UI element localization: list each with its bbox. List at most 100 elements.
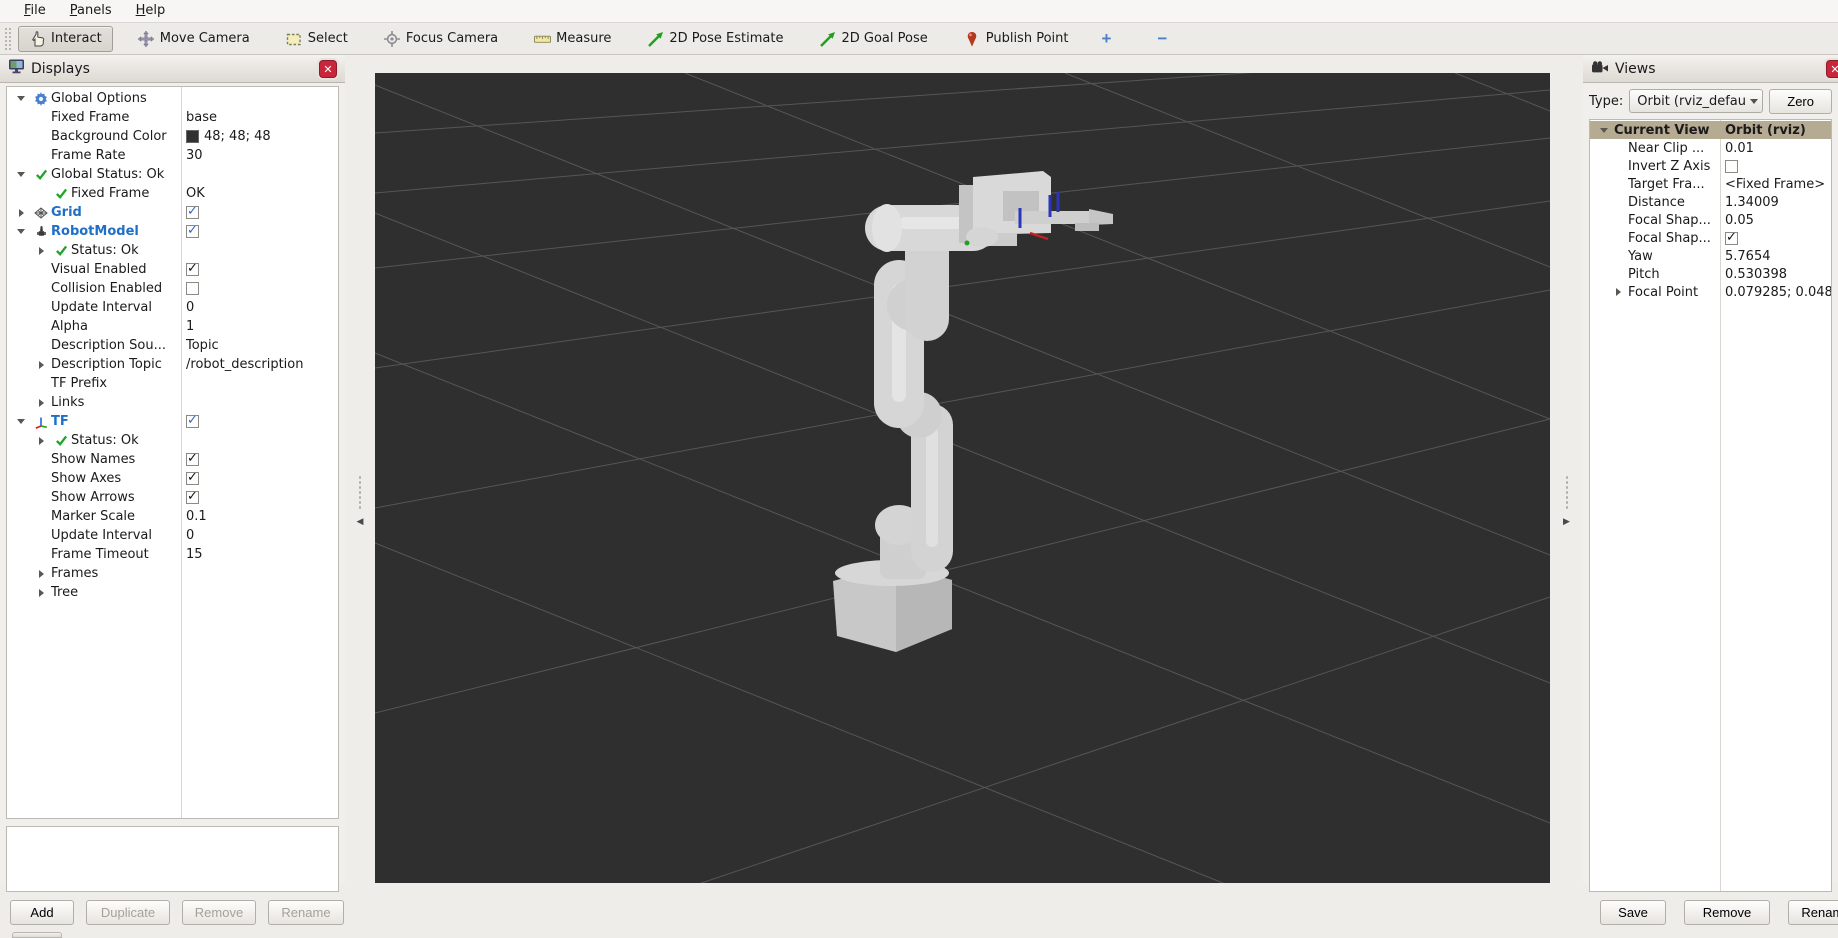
view-type-select[interactable]: Orbit (rviz_defau: [1629, 89, 1763, 113]
tree-row-marker-scale[interactable]: Marker Scale0.1: [7, 507, 338, 526]
tree-row-alpha[interactable]: Alpha1: [7, 317, 338, 336]
tree-row-status-ok[interactable]: Status: Ok: [7, 431, 338, 450]
tree-row-distance[interactable]: Distance1.34009: [1590, 193, 1831, 211]
left-splitter[interactable]: ◀: [345, 55, 375, 883]
tree-row-show-axes[interactable]: Show Axes: [7, 469, 338, 488]
tree-row-target-fra-[interactable]: Target Fra...<Fixed Frame>: [1590, 175, 1831, 193]
property-value[interactable]: 0.01: [1720, 139, 1754, 157]
tool-interact[interactable]: Interact: [18, 26, 113, 52]
checkbox-checked[interactable]: [186, 263, 199, 276]
tool-publish-point[interactable]: Publish Point: [953, 26, 1080, 52]
tool-move-camera[interactable]: Move Camera: [127, 26, 261, 52]
property-value[interactable]: 0.079285; 0.048...: [1720, 283, 1831, 301]
property-value[interactable]: [181, 488, 199, 507]
property-value[interactable]: 15: [181, 545, 203, 564]
zero-button[interactable]: Zero: [1769, 89, 1832, 114]
expand-arrow[interactable]: [11, 172, 31, 177]
property-value[interactable]: [181, 412, 199, 431]
expand-arrow[interactable]: [1608, 288, 1628, 296]
expand-arrow[interactable]: [31, 399, 51, 407]
menu-help[interactable]: Help: [124, 1, 178, 21]
tree-row-background-color[interactable]: Background Color48; 48; 48: [7, 127, 338, 146]
remove-button[interactable]: Remove: [182, 900, 256, 925]
expand-arrow[interactable]: [1594, 128, 1614, 133]
save-button[interactable]: Save: [1600, 900, 1666, 925]
duplicate-button[interactable]: Duplicate: [86, 900, 170, 925]
expand-arrow[interactable]: [11, 96, 31, 101]
checkbox-checked[interactable]: [186, 472, 199, 485]
collapse-left-icon[interactable]: ◀: [357, 517, 364, 527]
property-value[interactable]: /robot_description: [181, 355, 303, 374]
property-value[interactable]: [1720, 157, 1738, 175]
expand-arrow[interactable]: [11, 229, 31, 234]
zoom-in-button[interactable]: +: [1093, 29, 1119, 49]
expand-arrow[interactable]: [31, 570, 51, 578]
tree-row-fixed-frame[interactable]: Fixed Framebase: [7, 108, 338, 127]
property-value[interactable]: Topic: [181, 336, 219, 355]
tree-row-frames[interactable]: Frames: [7, 564, 338, 583]
checkbox-checked[interactable]: [1725, 232, 1738, 245]
tree-row-tree[interactable]: Tree: [7, 583, 338, 602]
tree-row-current-view[interactable]: Current ViewOrbit (rviz): [1590, 121, 1831, 139]
collapse-right-icon[interactable]: ▶: [1563, 517, 1570, 527]
tree-row-invert-z-axis[interactable]: Invert Z Axis: [1590, 157, 1831, 175]
property-value[interactable]: 30: [181, 146, 203, 165]
property-value[interactable]: 0.05: [1720, 211, 1754, 229]
rename-button[interactable]: Rename: [1788, 900, 1838, 925]
expand-arrow[interactable]: [31, 361, 51, 369]
property-value[interactable]: 0.1: [181, 507, 207, 526]
property-value[interactable]: [181, 222, 199, 241]
property-value[interactable]: [181, 469, 199, 488]
menu-file[interactable]: File: [12, 1, 58, 21]
property-value[interactable]: [181, 260, 199, 279]
property-value[interactable]: 1.34009: [1720, 193, 1779, 211]
expand-arrow[interactable]: [31, 589, 51, 597]
tree-row-description-sou-[interactable]: Description Sou...Topic: [7, 336, 338, 355]
property-value[interactable]: [1720, 229, 1738, 247]
property-value[interactable]: 48; 48; 48: [181, 127, 271, 146]
tree-row-description-topic[interactable]: Description Topic/robot_description: [7, 355, 338, 374]
tree-row-frame-rate[interactable]: Frame Rate30: [7, 146, 338, 165]
right-splitter[interactable]: ▶: [1550, 55, 1583, 883]
tree-row-yaw[interactable]: Yaw5.7654: [1590, 247, 1831, 265]
tool-2d-pose-estimate[interactable]: 2D Pose Estimate: [636, 26, 794, 52]
remove-button[interactable]: Remove: [1684, 900, 1770, 925]
property-value[interactable]: 1: [181, 317, 194, 336]
property-value[interactable]: OK: [181, 184, 205, 203]
tree-row-status-ok[interactable]: Status: Ok: [7, 241, 338, 260]
tree-row-fixed-frame[interactable]: Fixed FrameOK: [7, 184, 338, 203]
render-viewport[interactable]: [375, 73, 1550, 883]
expand-arrow[interactable]: [31, 247, 51, 255]
tree-row-focal-point[interactable]: Focal Point0.079285; 0.048...: [1590, 283, 1831, 301]
tree-row-links[interactable]: Links: [7, 393, 338, 412]
tree-row-near-clip-[interactable]: Near Clip ...0.01: [1590, 139, 1831, 157]
tree-row-frame-timeout[interactable]: Frame Timeout15: [7, 545, 338, 564]
close-icon[interactable]: ✕: [1826, 60, 1838, 78]
property-value[interactable]: 0: [181, 298, 194, 317]
property-value[interactable]: [181, 450, 199, 469]
close-icon[interactable]: ✕: [319, 60, 337, 78]
checkbox-checked[interactable]: [186, 415, 199, 428]
tree-row-tf[interactable]: TF: [7, 412, 338, 431]
expand-arrow[interactable]: [31, 437, 51, 445]
tool-focus-camera[interactable]: Focus Camera: [373, 26, 509, 52]
add-button[interactable]: Add: [10, 900, 74, 925]
checkbox-checked[interactable]: [186, 225, 199, 238]
tree-row-pitch[interactable]: Pitch0.530398: [1590, 265, 1831, 283]
tree-row-show-arrows[interactable]: Show Arrows: [7, 488, 338, 507]
tree-row-global-options[interactable]: Global Options: [7, 89, 338, 108]
property-value[interactable]: [181, 203, 199, 222]
menu-panels[interactable]: Panels: [58, 1, 124, 21]
tree-row-collision-enabled[interactable]: Collision Enabled: [7, 279, 338, 298]
expand-arrow[interactable]: [11, 209, 31, 217]
tool-measure[interactable]: Measure: [523, 26, 622, 52]
toolbar-drag-handle[interactable]: [4, 27, 12, 51]
tree-row-show-names[interactable]: Show Names: [7, 450, 338, 469]
time-panel-sliver[interactable]: [12, 932, 62, 938]
property-value[interactable]: base: [181, 108, 217, 127]
tree-row-update-interval[interactable]: Update Interval0: [7, 526, 338, 545]
checkbox-unchecked[interactable]: [1725, 160, 1738, 173]
tool-select[interactable]: Select: [275, 26, 359, 52]
property-value[interactable]: 0.530398: [1720, 265, 1787, 283]
property-value[interactable]: [181, 279, 199, 298]
